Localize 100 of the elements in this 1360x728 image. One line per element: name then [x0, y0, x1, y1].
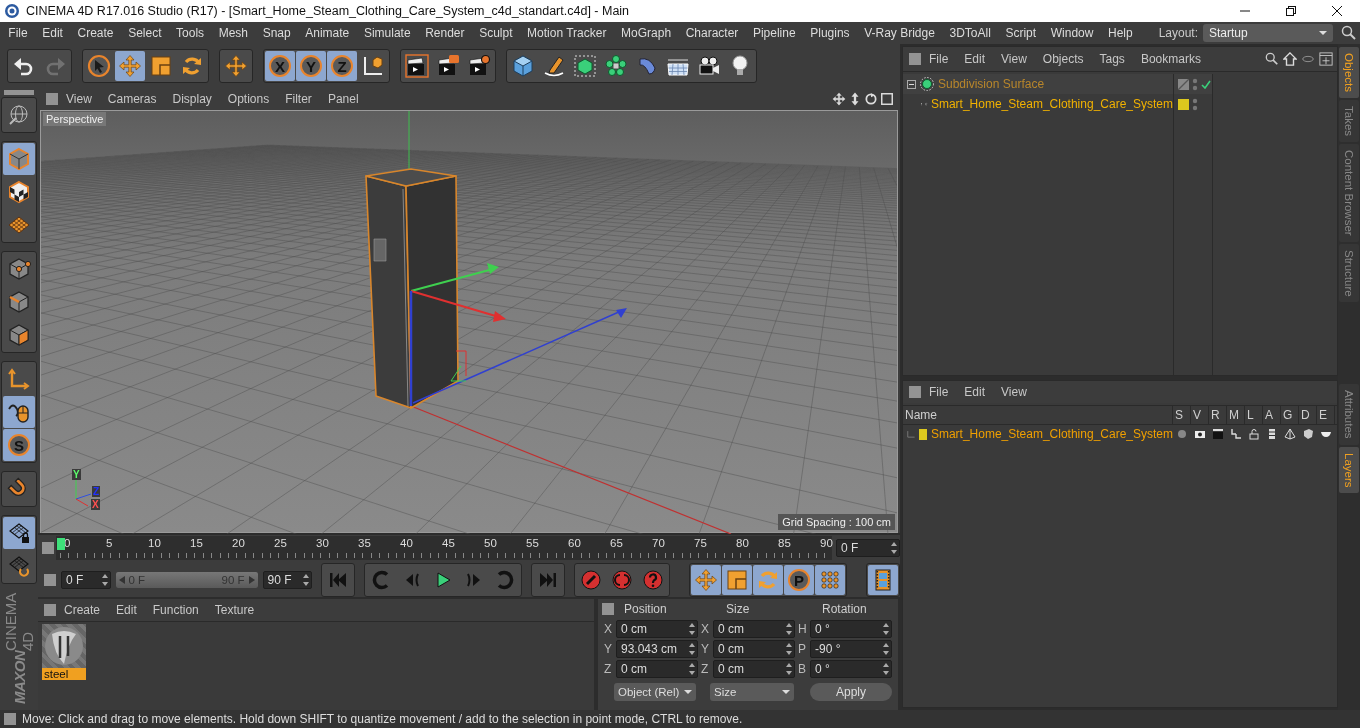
tweak-mode-button[interactable] — [3, 396, 35, 428]
grip-icon[interactable] — [602, 603, 614, 615]
material-preview[interactable] — [42, 624, 86, 668]
side-tab[interactable]: Layers — [1339, 446, 1359, 494]
grip-icon[interactable] — [42, 542, 54, 554]
menu-item[interactable]: Edit — [956, 52, 994, 66]
size-mode-dropdown[interactable]: Size — [710, 683, 794, 701]
maximize-view-icon[interactable] — [880, 92, 894, 106]
menu-item[interactable]: Window — [1043, 26, 1101, 40]
layer-color-swatch[interactable] — [1178, 98, 1189, 110]
menu-item[interactable]: 3DToAll — [942, 26, 999, 40]
menu-item[interactable]: Display — [164, 92, 220, 106]
lock-icon[interactable] — [1248, 428, 1260, 440]
timeline-ruler[interactable]: 0 5 10 15 20 25 30 35 40 45 50 55 60 65 70 75 80 85 90 — [56, 536, 832, 560]
number-field[interactable]: 0 cm — [713, 620, 795, 638]
side-tab[interactable]: Content Browser — [1339, 144, 1359, 242]
menu-item[interactable]: Edit — [108, 603, 145, 617]
shield-icon[interactable] — [1302, 428, 1314, 440]
menu-item[interactable]: Pipeline — [745, 26, 803, 40]
material-name[interactable]: steel — [42, 668, 86, 680]
menu-item[interactable]: Render — [417, 26, 472, 40]
render-view-button[interactable] — [402, 51, 432, 81]
pan-arrows-icon[interactable] — [832, 92, 846, 106]
no-layer-icon[interactable] — [1178, 78, 1189, 90]
menu-item[interactable]: Mesh — [211, 26, 256, 40]
grip-icon[interactable] — [4, 90, 34, 95]
menu-item[interactable]: Texture — [206, 603, 263, 617]
menu-item[interactable]: File — [921, 52, 957, 66]
object-name[interactable]: Smart_Home_Steam_Clothing_Care_System — [930, 97, 1173, 111]
clapboard-icon[interactable] — [1212, 428, 1224, 440]
menu-item[interactable]: Cameras — [99, 92, 165, 106]
current-frame-field[interactable]: 0 F — [836, 539, 900, 557]
menu-item[interactable]: Tags — [1091, 52, 1133, 66]
layout-dropdown[interactable]: Startup — [1203, 24, 1333, 42]
menu-item[interactable]: Script — [998, 26, 1044, 40]
number-field[interactable]: 0 ° — [810, 660, 892, 678]
menu-item[interactable]: Create — [70, 26, 121, 40]
scale-tool-button[interactable] — [722, 565, 752, 595]
hierarchy-icon[interactable] — [1230, 428, 1242, 440]
menu-item[interactable]: Create — [56, 603, 109, 617]
camera-label[interactable]: Perspective — [43, 112, 107, 126]
point-level-key-button[interactable] — [815, 565, 845, 595]
number-field[interactable]: 0 cm — [616, 620, 698, 638]
number-field[interactable]: 0 ° — [810, 620, 892, 638]
menu-item[interactable]: Options — [219, 92, 278, 106]
orbit-icon[interactable] — [864, 92, 878, 106]
coordinate-mode-dropdown[interactable]: Object (Rel) — [614, 683, 696, 701]
app-logo-icon — [4, 3, 20, 19]
menu-item[interactable]: Simulate — [356, 26, 418, 40]
grip-icon[interactable] — [4, 713, 16, 725]
menu-item[interactable]: Snap — [255, 26, 298, 40]
menu-item[interactable]: Character — [678, 26, 746, 40]
menu-item[interactable]: View — [993, 52, 1035, 66]
menu-item[interactable]: Animate — [297, 26, 357, 40]
menu-item[interactable]: Objects — [1034, 52, 1092, 66]
grip-icon[interactable] — [44, 604, 56, 616]
menu-item[interactable]: Bookmarks — [1132, 52, 1209, 66]
menu-item[interactable]: Edit — [956, 385, 994, 399]
layer-name[interactable]: Smart_Home_Steam_Clothing_Care_System — [930, 427, 1173, 441]
eye-icon[interactable] — [1194, 428, 1206, 440]
number-field[interactable]: -90 ° — [810, 640, 892, 658]
grip-icon[interactable] — [909, 53, 921, 65]
side-tab[interactable]: Attributes — [1339, 384, 1359, 445]
menu-item[interactable]: Tools — [168, 26, 212, 40]
menu-item[interactable]: Help — [1100, 26, 1140, 40]
menu-item[interactable]: View — [58, 92, 100, 106]
side-tab[interactable]: Objects — [1339, 47, 1359, 98]
menu-item[interactable]: File — [921, 385, 957, 399]
grip-icon[interactable] — [909, 386, 921, 398]
grip-icon[interactable] — [46, 93, 58, 105]
apply-button[interactable]: Apply — [810, 683, 892, 701]
bars-icon[interactable] — [1266, 428, 1278, 440]
menu-item[interactable]: V-Ray Bridge — [856, 26, 943, 40]
menu-item[interactable]: MoGraph — [613, 26, 679, 40]
menu-item[interactable]: Panel — [319, 92, 367, 106]
move-tool-button[interactable] — [691, 565, 721, 595]
menu-item[interactable]: Plugins — [802, 26, 857, 40]
lock-workplane-button[interactable] — [3, 517, 35, 549]
end-frame-field[interactable]: 90 F — [262, 571, 312, 589]
menu-item[interactable]: Edit — [34, 26, 71, 40]
grip-icon[interactable] — [44, 574, 56, 586]
menu-item[interactable]: Filter — [277, 92, 320, 106]
solo-dot-icon[interactable] — [1176, 428, 1188, 440]
number-field[interactable]: 0 cm — [616, 660, 698, 678]
playhead-marker[interactable] — [57, 538, 65, 550]
menu-item[interactable]: Motion Tracker — [519, 26, 614, 40]
3d-viewport[interactable]: Perspective Grid Spacing : 100 cm Y Z X — [40, 110, 898, 533]
menu-item[interactable]: File — [1, 26, 35, 40]
pyramid-icon[interactable] — [1284, 428, 1296, 440]
layer-color-swatch[interactable] — [918, 428, 927, 440]
number-field[interactable]: 0 cm — [713, 660, 795, 678]
start-frame-field[interactable]: 0 F — [61, 571, 111, 589]
number-field[interactable]: 93.043 cm — [616, 640, 698, 658]
number-field[interactable]: 0 cm — [713, 640, 795, 658]
menu-item[interactable]: Sculpt — [471, 26, 520, 40]
menu-item[interactable]: Select — [120, 26, 169, 40]
cage-sphere-icon — [919, 76, 935, 92]
side-tab[interactable]: Structure — [1339, 243, 1359, 303]
menu-item[interactable]: View — [993, 385, 1035, 399]
menu-item[interactable]: Function — [144, 603, 207, 617]
